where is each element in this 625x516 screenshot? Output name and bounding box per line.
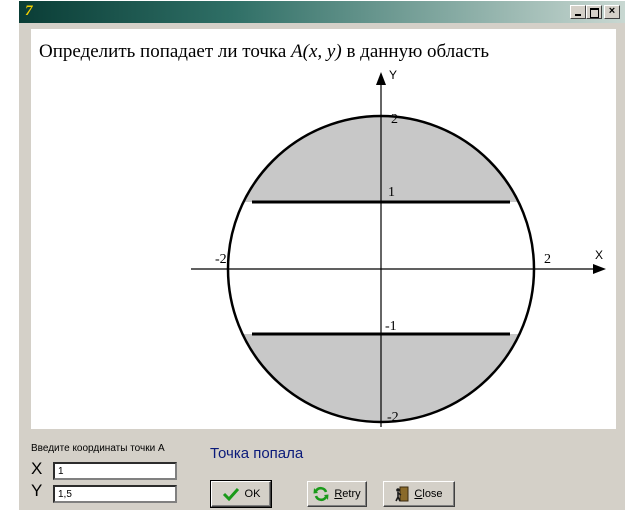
check-icon	[222, 487, 239, 501]
drawing-canvas: Определить попадает ли точка A(x, y) в д…	[31, 29, 616, 429]
application-window: 7 × Определить попадает ли точка A(x, y)…	[18, 0, 625, 510]
close-button[interactable]: Close	[383, 481, 455, 507]
y-tick-2: 2	[391, 112, 398, 127]
region-diagram: Y X -2 2 2 1 -1 -2	[191, 68, 606, 427]
x-tick-2: 2	[544, 252, 551, 267]
y-field-label: Y	[31, 481, 43, 500]
maximize-button[interactable]	[586, 5, 602, 19]
result-message: Точка попала	[210, 445, 304, 462]
x-axis-arrow-icon	[593, 264, 606, 274]
close-label: Close	[414, 488, 443, 500]
retry-label: Retry	[334, 488, 361, 500]
ok-label: OK	[244, 488, 261, 500]
app-icon[interactable]: 7	[25, 3, 33, 20]
retry-button[interactable]: Retry	[307, 481, 367, 507]
x-axis-label: X	[595, 248, 603, 262]
y-axis-label: Y	[389, 68, 397, 82]
coordinates-prompt: Введите координаты точки А	[31, 443, 165, 454]
y-tick-minus-1: -1	[385, 319, 397, 334]
minimize-icon	[575, 14, 581, 16]
refresh-icon	[313, 486, 329, 502]
close-icon: ×	[608, 5, 616, 17]
x-field-label: X	[31, 459, 43, 478]
close-window-button[interactable]: ×	[604, 5, 620, 19]
title-bar[interactable]: 7 ×	[19, 1, 625, 23]
y-tick-1: 1	[388, 185, 395, 200]
x-tick-minus-2: -2	[215, 252, 227, 267]
door-exit-icon	[395, 486, 409, 502]
y-axis-arrow-icon	[376, 72, 386, 85]
x-coordinate-input[interactable]	[53, 462, 177, 480]
y-coordinate-input[interactable]	[53, 485, 177, 503]
y-tick-minus-2: -2	[387, 410, 399, 425]
ok-button[interactable]: OK	[210, 480, 272, 508]
minimize-button[interactable]	[570, 5, 586, 19]
maximize-icon	[590, 8, 599, 18]
